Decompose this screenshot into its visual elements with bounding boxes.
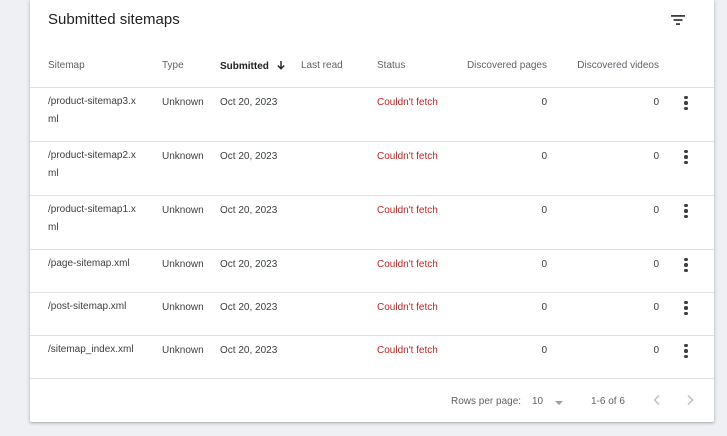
- rows-per-page-value: 10: [532, 396, 544, 407]
- filter-icon: [671, 15, 685, 25]
- submitted-cell: Oct 20, 2023: [220, 345, 278, 356]
- status-cell: Couldn't fetch: [377, 345, 438, 356]
- filter-button[interactable]: [668, 10, 688, 30]
- discovered-videos-cell: 0: [653, 259, 659, 270]
- row-menu-button[interactable]: [680, 148, 692, 166]
- type-cell: Unknown: [162, 97, 204, 108]
- sitemap-cell: /page-sitemap.xml: [48, 258, 130, 269]
- sitemap-cell: /post-sitemap.xml: [48, 301, 127, 312]
- chevron-left-icon: [653, 394, 660, 406]
- column-header-discovered-videos[interactable]: Discovered videos: [577, 60, 659, 71]
- type-cell: Unknown: [162, 259, 204, 270]
- column-header-sitemap[interactable]: Sitemap: [48, 60, 85, 71]
- column-header-last-read[interactable]: Last read: [301, 60, 343, 71]
- more-vert-icon: [684, 257, 688, 273]
- more-vert-icon: [684, 149, 688, 165]
- row-menu-button[interactable]: [680, 94, 692, 112]
- pagination-footer: Rows per page: 10 1-6 of 6: [30, 380, 714, 420]
- type-cell: Unknown: [162, 345, 204, 356]
- rows-per-page-label: Rows per page:: [451, 396, 522, 407]
- submitted-cell: Oct 20, 2023: [220, 205, 278, 216]
- discovered-pages-cell: 0: [541, 259, 547, 270]
- status-cell: Couldn't fetch: [377, 205, 438, 216]
- discovered-pages-cell: 0: [541, 97, 547, 108]
- sitemap-cell: /sitemap_index.xml: [48, 344, 134, 355]
- column-header-status[interactable]: Status: [377, 60, 405, 71]
- sitemap-cell: /product-sitemap2.xml: [48, 150, 136, 179]
- discovered-videos-cell: 0: [653, 302, 659, 313]
- row-menu-button[interactable]: [680, 256, 692, 274]
- status-cell: Couldn't fetch: [377, 302, 438, 313]
- arrow-down-icon: [276, 61, 285, 70]
- more-vert-icon: [684, 343, 688, 359]
- type-cell: Unknown: [162, 302, 204, 313]
- more-vert-icon: [684, 203, 688, 219]
- table-row[interactable]: /post-sitemap.xml Unknown Oct 20, 2023 Coul…: [30, 293, 714, 336]
- column-header-submitted[interactable]: Submitted: [220, 60, 286, 72]
- row-menu-button[interactable]: [680, 342, 692, 360]
- discovered-videos-cell: 0: [653, 151, 659, 162]
- card-title: Submitted sitemaps: [48, 11, 180, 28]
- sitemaps-card: Submitted sitemaps Sitemap Type Submitte…: [30, 0, 714, 422]
- discovered-pages-cell: 0: [541, 345, 547, 356]
- sitemap-cell: /product-sitemap3.xml: [48, 96, 136, 125]
- discovered-videos-cell: 0: [653, 345, 659, 356]
- discovered-videos-cell: 0: [653, 97, 659, 108]
- discovered-pages-cell: 0: [541, 302, 547, 313]
- discovered-pages-cell: 0: [541, 205, 547, 216]
- table-row[interactable]: /product-sitemap1.xml Unknown Oct 20, 2023…: [30, 196, 714, 250]
- type-cell: Unknown: [162, 151, 204, 162]
- column-header-type[interactable]: Type: [162, 60, 184, 71]
- type-cell: Unknown: [162, 205, 204, 216]
- table-row[interactable]: /product-sitemap2.xml Unknown Oct 20, 2023…: [30, 142, 714, 196]
- next-page-button[interactable]: [681, 391, 699, 409]
- discovered-pages-cell: 0: [541, 151, 547, 162]
- table-row[interactable]: /product-sitemap3.xml Unknown Oct 20, 2023…: [30, 88, 714, 142]
- row-menu-button[interactable]: [680, 202, 692, 220]
- submitted-cell: Oct 20, 2023: [220, 259, 278, 270]
- more-vert-icon: [684, 300, 688, 316]
- submitted-cell: Oct 20, 2023: [220, 151, 278, 162]
- rows-per-page-select[interactable]: 10: [532, 394, 568, 410]
- pagination-range: 1-6 of 6: [591, 396, 625, 407]
- chevron-right-icon: [687, 394, 694, 406]
- submitted-cell: Oct 20, 2023: [220, 97, 278, 108]
- table-row[interactable]: /page-sitemap.xml Unknown Oct 20, 2023 Coul…: [30, 250, 714, 293]
- table-header: Sitemap Type Submitted Last read Status …: [30, 48, 714, 88]
- column-header-discovered-pages[interactable]: Discovered pages: [467, 60, 547, 71]
- previous-page-button[interactable]: [648, 391, 666, 409]
- sitemap-cell: /product-sitemap1.xml: [48, 204, 136, 233]
- more-vert-icon: [684, 95, 688, 111]
- dropdown-arrow-icon: [555, 401, 563, 405]
- status-cell: Couldn't fetch: [377, 97, 438, 108]
- status-cell: Couldn't fetch: [377, 259, 438, 270]
- table-row[interactable]: /sitemap_index.xml Unknown Oct 20, 2023 Cou…: [30, 336, 714, 379]
- column-header-submitted-label: Submitted: [220, 61, 269, 72]
- discovered-videos-cell: 0: [653, 205, 659, 216]
- row-menu-button[interactable]: [680, 299, 692, 317]
- status-cell: Couldn't fetch: [377, 151, 438, 162]
- submitted-cell: Oct 20, 2023: [220, 302, 278, 313]
